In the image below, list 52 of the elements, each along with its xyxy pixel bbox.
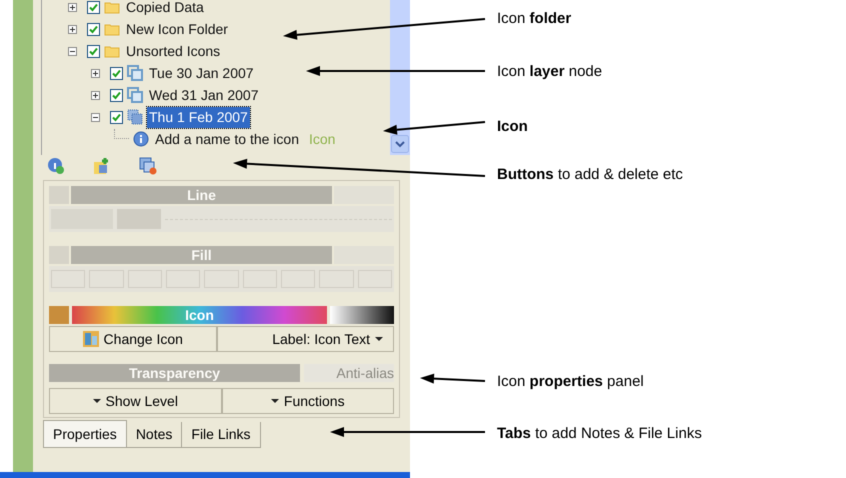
tab[interactable]: File Links: [182, 422, 261, 448]
annotation-label: Icon folder: [497, 9, 572, 29]
checkbox[interactable]: [87, 0, 100, 14]
shade-bar[interactable]: [330, 306, 394, 324]
info-icon: [133, 131, 149, 147]
color-swatch[interactable]: [49, 306, 69, 324]
expand-icon[interactable]: [91, 68, 100, 78]
tree-item[interactable]: Thu 1 Feb 2007: [147, 106, 250, 128]
section-header: Line: [71, 186, 332, 204]
expand-icon[interactable]: [68, 24, 77, 34]
tab[interactable]: Properties: [43, 420, 127, 448]
show-level-dropdown[interactable]: Show Level: [49, 388, 222, 414]
annotation-label: Icon layer node: [497, 62, 602, 82]
delete-layer-icon[interactable]: [139, 157, 157, 175]
annotation-label: Icon: [497, 117, 528, 137]
tree-item[interactable]: New Icon Folder: [124, 18, 230, 40]
scroll-down-icon[interactable]: [391, 135, 409, 153]
tree-item[interactable]: Wed 31 Jan 2007: [147, 84, 260, 106]
caret-icon: [375, 337, 383, 341]
folder-icon: [104, 0, 120, 15]
tree-item[interactable]: Tue 30 Jan 2007: [147, 62, 256, 84]
tree-item[interactable]: Copied Data: [124, 0, 206, 18]
tree-item[interactable]: Add a name to the icon: [153, 128, 301, 150]
tree-item[interactable]: Unsorted Icons: [124, 40, 222, 62]
section-header: Fill: [71, 246, 332, 264]
layers-icon: [127, 65, 143, 81]
annotation-label: Buttons to add & delete etc: [497, 165, 683, 185]
collapse-icon[interactable]: [68, 46, 77, 56]
expand-icon[interactable]: [91, 90, 100, 100]
checkbox[interactable]: [110, 66, 123, 80]
type-label: Icon: [309, 130, 336, 148]
expand-icon[interactable]: [68, 2, 77, 12]
picture-icon: [82, 331, 99, 347]
annotation-label: Icon properties panel: [497, 372, 644, 392]
collapse-icon[interactable]: [91, 112, 100, 122]
caret-icon: [270, 399, 279, 403]
checkbox[interactable]: [110, 110, 123, 124]
info-add-icon[interactable]: [47, 157, 65, 175]
functions-dropdown[interactable]: Functions: [222, 388, 394, 414]
change-icon-button[interactable]: Change Icon: [49, 326, 216, 352]
tab[interactable]: Notes: [126, 422, 182, 448]
scrollbar[interactable]: [390, 0, 410, 155]
add-folder-icon[interactable]: [93, 157, 111, 175]
layers-icon: [127, 109, 143, 125]
checkbox[interactable]: [110, 88, 123, 102]
label-dropdown[interactable]: Label: Icon Text: [216, 326, 394, 352]
checkbox[interactable]: [87, 22, 100, 36]
layers-icon: [127, 87, 143, 103]
checkbox[interactable]: [87, 44, 100, 58]
pointer-arrow: [420, 374, 486, 384]
caret-icon: [92, 399, 101, 403]
annotation-label: Tabs to add Notes & File Links: [497, 424, 702, 444]
